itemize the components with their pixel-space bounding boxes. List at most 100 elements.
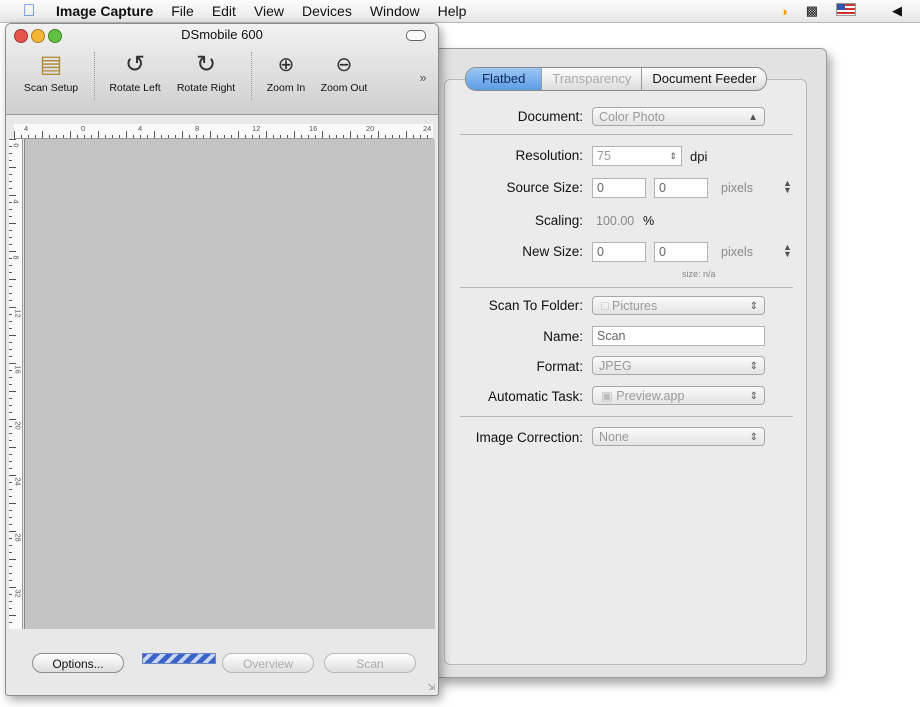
menu-devices[interactable]: Devices: [302, 3, 352, 19]
scan-preview-area[interactable]: [24, 139, 435, 629]
ruler-label: 4: [138, 124, 143, 133]
tab-flatbed[interactable]: Flatbed: [466, 68, 543, 90]
ruler-tick: [287, 135, 288, 138]
resize-grip-icon[interactable]: ⇲: [427, 682, 435, 693]
ruler-tick: [9, 622, 12, 623]
ruler-tick: [273, 135, 274, 138]
ruler-tick: [9, 216, 12, 217]
ruler-tick: [9, 167, 16, 168]
ruler-tick: [140, 135, 141, 138]
ruler-tick: [427, 135, 428, 138]
overview-button[interactable]: Overview: [222, 653, 314, 673]
ruler-tick: [357, 135, 358, 138]
ruler-tick: [350, 131, 351, 138]
ruler-tick: [9, 601, 12, 602]
ruler-tick: [9, 454, 12, 455]
new-size-unit[interactable]: pixels: [721, 245, 753, 259]
menu-app-name[interactable]: Image Capture: [56, 3, 153, 19]
source-size-unit[interactable]: pixels: [721, 181, 753, 195]
ruler-tick: [9, 587, 16, 588]
ruler-tick: [203, 135, 204, 138]
ruler-tick: [371, 135, 372, 138]
source-unit-stepper-icon[interactable]: ▲ ▼: [783, 179, 792, 195]
ruler-tick: [175, 135, 176, 138]
source-height-field[interactable]: [654, 178, 708, 198]
menu-file[interactable]: File: [171, 3, 194, 19]
zoom-in-button[interactable]: ⊕ Zoom In: [256, 48, 316, 94]
ruler-tick: [77, 135, 78, 138]
tab-transparency[interactable]: Transparency: [542, 68, 643, 90]
ruler-tick: [9, 566, 12, 567]
scaling-value[interactable]: 100.00: [596, 214, 634, 228]
toolbar-overflow-icon[interactable]: »: [414, 70, 432, 85]
ruler-tick: [9, 391, 16, 392]
ruler-tick: [385, 135, 386, 138]
scan-button[interactable]: Scan: [324, 653, 416, 673]
resolution-combo[interactable]: 75 ⇕: [592, 146, 682, 166]
new-height-field[interactable]: [654, 242, 708, 262]
ruler-tick: [9, 356, 12, 357]
popup-arrows-icon: ⇕: [749, 432, 758, 443]
ruler-tick: [9, 447, 16, 448]
bluetooth-status-icon[interactable]: ◑: [780, 4, 788, 19]
ruler-tick: [378, 131, 379, 138]
menu-view[interactable]: View: [254, 3, 284, 19]
resolution-label: Resolution:: [515, 148, 583, 163]
zoom-out-button[interactable]: ⊖ Zoom Out: [314, 48, 374, 94]
menu-edit[interactable]: Edit: [212, 3, 236, 19]
document-popup[interactable]: Color Photo ▲: [592, 107, 765, 126]
scan-to-folder-label: Scan To Folder:: [488, 298, 583, 313]
ruler-tick: [21, 135, 22, 138]
ruler-tick: [9, 181, 12, 182]
ruler-label: 16: [309, 124, 318, 133]
ruler-tick: [9, 279, 16, 280]
zoom-in-icon: ⊕: [277, 54, 295, 76]
window-title: DSmobile 600: [181, 27, 263, 42]
name-field[interactable]: [592, 326, 765, 346]
format-popup[interactable]: JPEG ⇕: [592, 356, 765, 375]
display-status-icon[interactable]: ▩: [806, 3, 818, 19]
rotate-left-button[interactable]: ↺ Rotate Left: [100, 48, 170, 94]
ruler-tick: [56, 135, 57, 138]
ruler-tick: [9, 580, 12, 581]
ruler-tick: [9, 384, 12, 385]
size-note: size: n/a: [682, 269, 716, 279]
image-correction-popup[interactable]: None ⇕: [592, 427, 765, 446]
popup-arrows-icon: ⇕: [749, 391, 758, 402]
ruler-tick: [245, 135, 246, 138]
source-width-field[interactable]: [592, 178, 646, 198]
ruler-tick: [9, 321, 12, 322]
document-value: Color Photo: [599, 110, 666, 124]
automatic-task-popup[interactable]: ▣ Preview.app ⇕: [592, 386, 765, 405]
zoom-in-label: Zoom In: [266, 82, 306, 94]
ruler-tick: [9, 475, 16, 476]
ruler-tick: [9, 188, 12, 189]
ruler-tick: [9, 286, 12, 287]
scan-setup-button[interactable]: ▤ Scan Setup: [16, 48, 86, 94]
zoom-out-icon: ⊖: [335, 54, 353, 76]
scan-to-folder-popup[interactable]: □ Pictures ⇕: [592, 296, 765, 315]
ruler-tick: [280, 135, 281, 138]
volume-icon[interactable]: ◀: [892, 3, 902, 19]
apple-menu-icon[interactable]: : [16, 1, 42, 21]
ruler-tick: [9, 342, 12, 343]
ruler-tick: [9, 349, 12, 350]
toolbar-toggle-button[interactable]: [406, 30, 426, 41]
ruler-tick: [9, 615, 16, 616]
ruler-tick: [126, 131, 127, 138]
new-width-field[interactable]: [592, 242, 646, 262]
tab-document-feeder[interactable]: Document Feeder: [642, 68, 766, 90]
ruler-tick: [9, 139, 16, 140]
new-unit-stepper-icon[interactable]: ▲ ▼: [783, 243, 792, 259]
options-button[interactable]: Options...: [32, 653, 124, 673]
rotate-right-button[interactable]: ↻ Rotate Right: [169, 48, 243, 94]
menu-help[interactable]: Help: [438, 3, 467, 19]
ruler-tick: [9, 608, 12, 609]
ruler-tick: [9, 538, 12, 539]
input-menu-flag-icon[interactable]: [836, 3, 874, 19]
ruler-tick: [9, 440, 12, 441]
automatic-task-value: Preview.app: [616, 389, 685, 403]
menu-window[interactable]: Window: [370, 3, 420, 19]
ruler-tick: [413, 135, 414, 138]
zoom-out-label: Zoom Out: [320, 82, 368, 94]
